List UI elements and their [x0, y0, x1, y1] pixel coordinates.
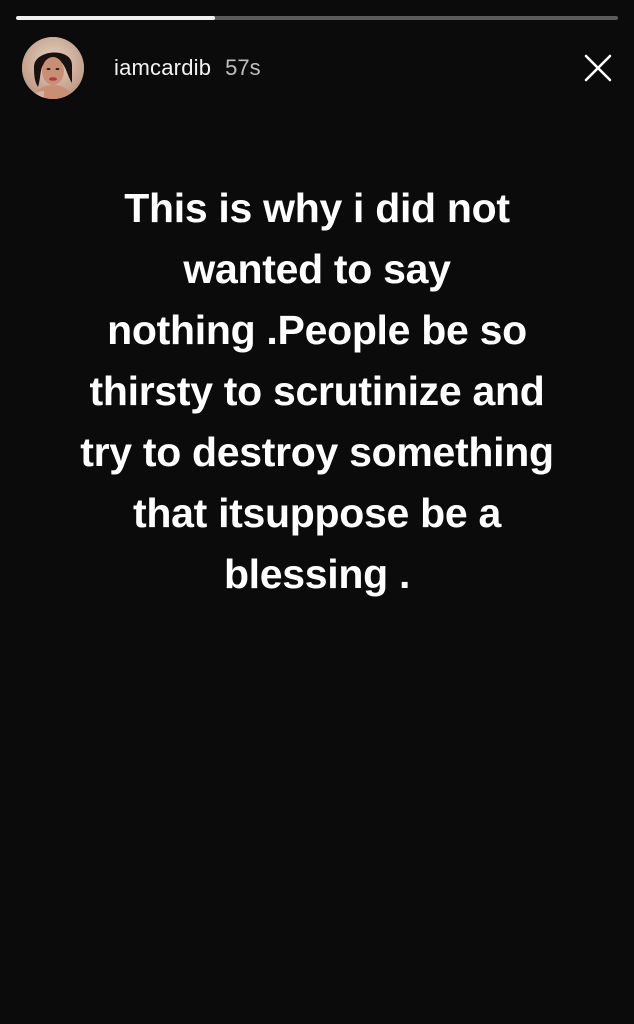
story-timestamp: 57s	[225, 55, 261, 80]
profile-avatar[interactable]	[22, 37, 84, 99]
story-progress-bar	[16, 16, 618, 20]
close-icon	[584, 54, 612, 82]
story-progress-fill	[16, 16, 215, 20]
story-text: This is why i did not wanted to say noth…	[80, 185, 554, 597]
avatar-image	[22, 37, 84, 99]
story-header: iamcardib 57s	[22, 37, 618, 99]
story-viewer: iamcardib 57s This is why i did not want…	[0, 0, 634, 1024]
close-button[interactable]	[578, 48, 618, 88]
story-username[interactable]: iamcardib	[114, 55, 211, 81]
